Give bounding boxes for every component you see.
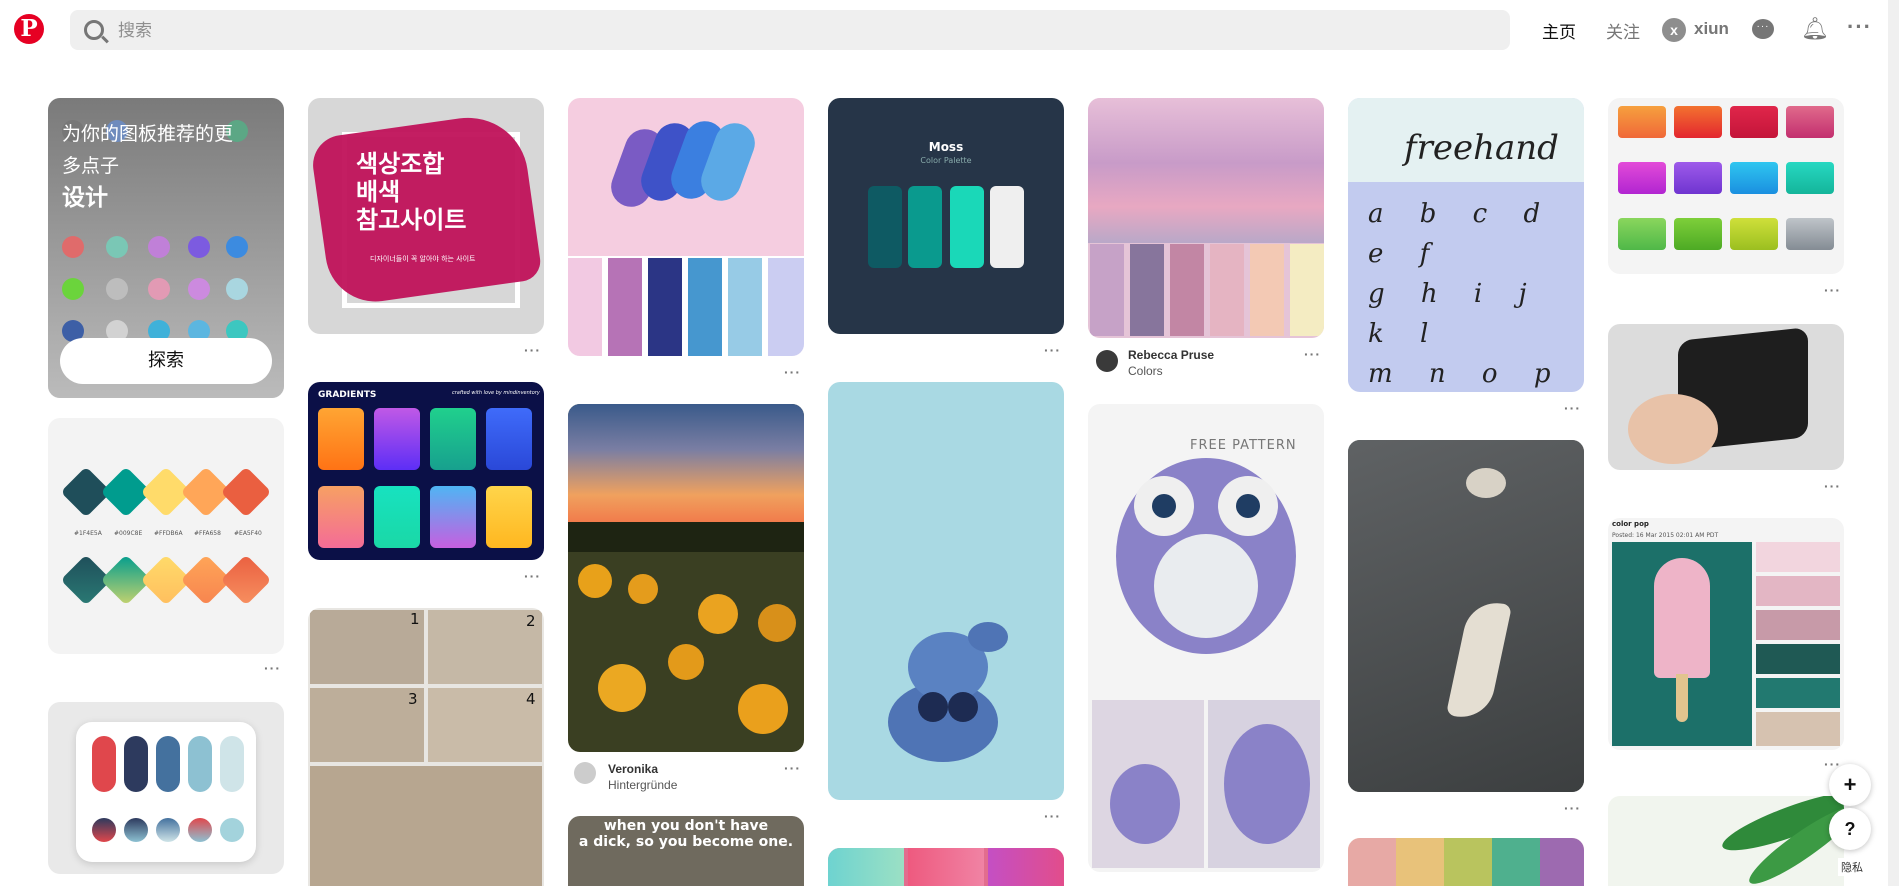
pin-freehand[interactable]: freehand a b c d e fg h i j k lm n o p q…	[1348, 98, 1584, 392]
korean-title: 색상조합 배색 참고사이트	[356, 150, 467, 234]
pin-palm-leaf[interactable]	[1608, 796, 1844, 886]
more-icon[interactable]: ···	[1564, 800, 1581, 816]
pin-diamond-palette[interactable]: #1F4E5A #009C8E #FFDB6A #FFA658 #EA5F40	[48, 418, 284, 654]
moss-title: Moss	[928, 140, 964, 154]
add-button[interactable]: +	[1829, 764, 1871, 806]
pin-gradients[interactable]: GRADIENTS crafted with love by mindinven…	[308, 382, 544, 560]
search-input[interactable]	[116, 10, 1500, 52]
more-icon[interactable]: ···	[784, 364, 801, 380]
code-3: #FFDB6A	[154, 530, 183, 537]
more-icon[interactable]: ···	[1824, 478, 1841, 494]
code-4: #FFA658	[194, 530, 221, 537]
more-icon[interactable]: ···	[264, 660, 281, 676]
pin-sunset-palette[interactable]	[1088, 98, 1324, 338]
moss-subtitle: Color Palette	[920, 156, 972, 165]
username[interactable]: xiun	[1694, 19, 1729, 39]
scrollbar[interactable]	[1888, 0, 1899, 886]
gradients-title: GRADIENTS	[318, 390, 377, 400]
more-icon[interactable]: ···	[1044, 808, 1061, 824]
pin-pi-case[interactable]	[1608, 324, 1844, 470]
more-icon[interactable]: ···	[1564, 400, 1581, 416]
board-name[interactable]: Hintergründe	[608, 778, 677, 792]
pin-knots[interactable]: 1 2 3 4	[308, 608, 544, 886]
nav-home[interactable]: 主页	[1542, 18, 1576, 43]
bell-icon[interactable]: 🔔︎	[1801, 17, 1829, 41]
gradients-credit: crafted with love by mindinventory	[452, 390, 540, 396]
pinterest-logo[interactable]: P	[14, 14, 44, 44]
code-1: #1F4E5A	[74, 530, 102, 537]
meme-text: when you don't have a dick, so you becom…	[578, 818, 794, 850]
search-bar[interactable]	[70, 10, 1510, 52]
pin-pill-palette[interactable]	[48, 702, 284, 874]
chat-icon[interactable]: ···	[1752, 19, 1774, 39]
pin-color-grid[interactable]	[1348, 838, 1584, 886]
search-icon	[84, 20, 104, 40]
avatar[interactable]: x	[1662, 18, 1686, 42]
promo-line-1: 为你的图板推荐的更	[62, 123, 234, 145]
pin-stitch[interactable]	[828, 382, 1064, 800]
pin-color-pop[interactable]: color pop Posted: 16 Mar 2015 02:01 AM P…	[1608, 518, 1844, 750]
pin-gradient-swatches[interactable]	[1608, 98, 1844, 274]
color-pop-title: color pop	[1612, 520, 1649, 528]
color-pop-date: Posted: 16 Mar 2015 02:01 AM PDT	[1612, 532, 1719, 539]
free-pattern-label: FREE PATTERN	[1190, 438, 1297, 453]
avatar[interactable]	[574, 762, 596, 784]
pin-meme[interactable]: when you don't have a dick, so you becom…	[568, 816, 804, 886]
step-3: 3	[408, 690, 418, 708]
pin-sunflowers[interactable]	[568, 404, 804, 752]
more-icon[interactable]: ···	[1044, 342, 1061, 358]
pin-owl-crochet[interactable]: FREE PATTERN	[1088, 404, 1324, 872]
pin-gradient-strip[interactable]	[828, 848, 1064, 886]
promo-line-2: 多点子	[62, 155, 120, 177]
privacy-link[interactable]: 隐私	[1838, 858, 1866, 876]
promo-card[interactable]: 为你的图板推荐的更 多点子 设计 探索	[48, 98, 284, 398]
freehand-title: freehand	[1404, 128, 1559, 168]
logo-letter: P	[20, 15, 38, 42]
pin-moss-palette[interactable]: Moss Color Palette	[828, 98, 1064, 334]
pin-blue-swatches[interactable]	[568, 98, 804, 356]
pin-korean-colors[interactable]: 색상조합 배색 참고사이트 디자이너들이 꼭 알아야 하는 사이트	[308, 98, 544, 334]
more-icon[interactable]: ···	[1304, 346, 1321, 362]
board-name[interactable]: Colors	[1128, 364, 1163, 378]
explore-button[interactable]: 探索	[60, 338, 272, 384]
avatar[interactable]	[1096, 350, 1118, 372]
more-options-icon[interactable]: ···	[1847, 14, 1872, 40]
pin-paper-sculpture[interactable]	[1348, 440, 1584, 792]
help-button[interactable]: ?	[1829, 808, 1871, 850]
pinner-name[interactable]: Rebecca Pruse	[1128, 348, 1214, 362]
code-2: #009C8E	[114, 530, 143, 537]
step-1: 1	[410, 610, 420, 628]
step-2: 2	[526, 612, 536, 630]
step-4: 4	[526, 690, 536, 708]
promo-topic: 设计	[62, 185, 108, 211]
pinner-name[interactable]: Veronika	[608, 762, 658, 776]
more-icon[interactable]: ···	[1824, 282, 1841, 298]
code-5: #EA5F40	[234, 530, 262, 537]
more-icon[interactable]: ···	[524, 342, 541, 358]
more-icon[interactable]: ···	[524, 568, 541, 584]
korean-subtitle: 디자이너들이 꼭 알아야 하는 사이트	[370, 255, 476, 263]
nav-following[interactable]: 关注	[1606, 18, 1640, 43]
more-icon[interactable]: ···	[784, 760, 801, 776]
